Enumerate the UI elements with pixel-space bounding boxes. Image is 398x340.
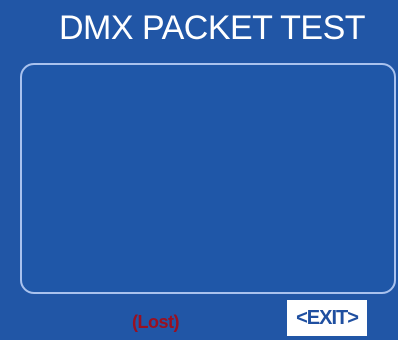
dmx-packet-test-screen: DMX PACKET TEST (Lost) <EXIT> [0,0,398,340]
exit-button-label: <EXIT> [296,307,359,329]
page-title: DMX PACKET TEST [58,9,366,47]
packet-display-panel [20,63,396,294]
signal-status-text: (Lost) [132,312,179,332]
exit-button[interactable]: <EXIT> [287,300,367,336]
